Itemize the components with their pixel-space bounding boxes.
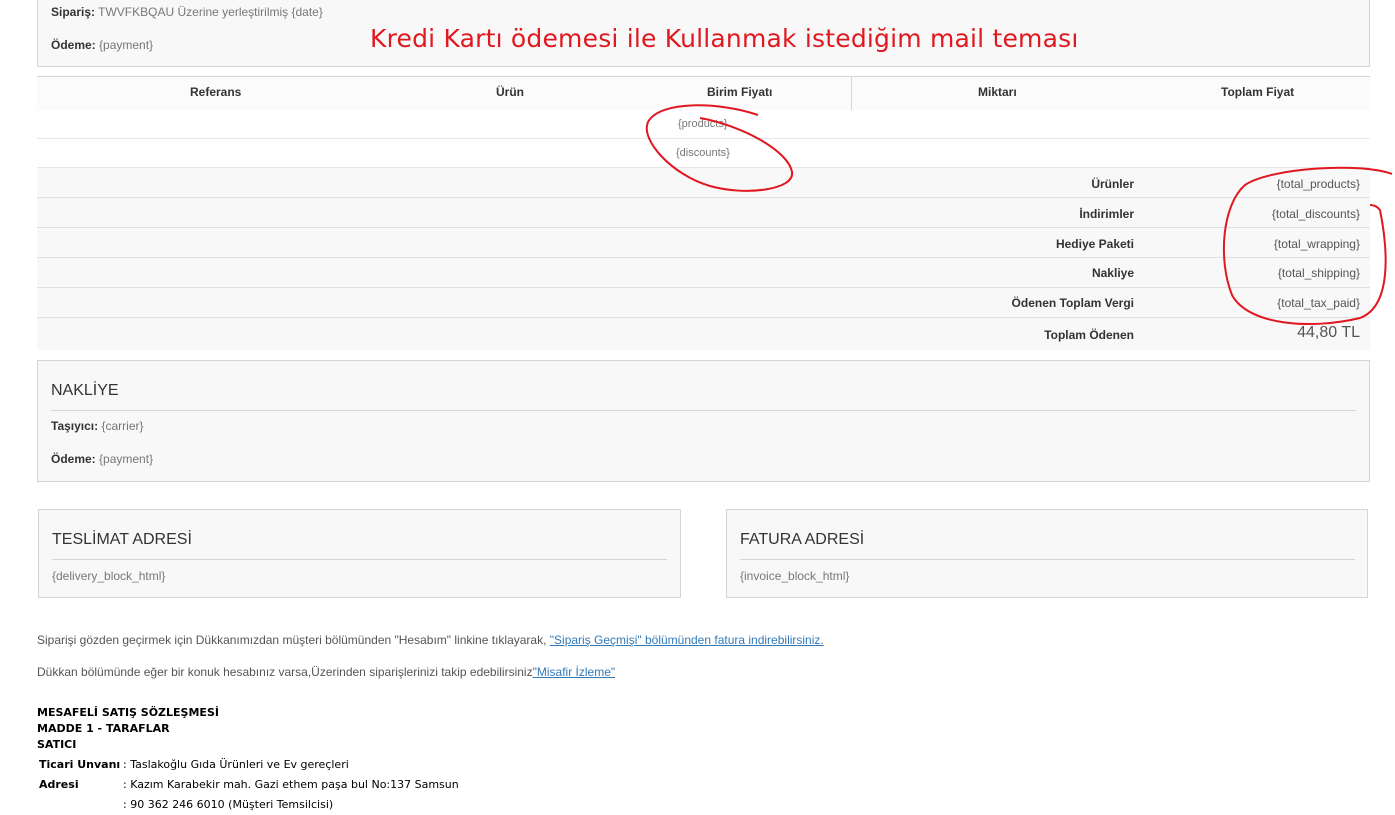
guest-tracking-link[interactable]: "Misafir İzleme" (533, 665, 616, 679)
carrier-label: Taşıyıcı: (51, 419, 99, 433)
shipping-title: NAKLİYE (51, 382, 119, 399)
contract-row-label (37, 795, 123, 815)
contract-row-label: Adresi (39, 778, 79, 791)
delivery-divider (52, 559, 667, 560)
invoice-address-value: {invoice_block_html} (740, 569, 850, 583)
order-history-link[interactable]: "Sipariş Geçmişi" bölümünden fatura indi… (550, 633, 824, 647)
invoice-address-title: FATURA ADRESİ (740, 531, 865, 548)
invoice-divider (740, 559, 1355, 560)
contract-party: SATICI (37, 738, 77, 751)
contract-title: MESAFELİ SATIŞ SÖZLEŞMESİ (37, 706, 219, 719)
delivery-address-box: TESLİMAT ADRESİ {delivery_block_html} (38, 509, 681, 598)
contract-table: Ticari Unvanı : Taslakoğlu Gıda Ürünleri… (37, 755, 459, 815)
delivery-address-title: TESLİMAT ADRESİ (52, 531, 192, 548)
shipping-payment-label: Ödeme: (51, 452, 96, 466)
contract-row-value: : Kazım Karabekir mah. Gazi ethem paşa b… (123, 778, 459, 791)
shipping-divider (51, 410, 1356, 411)
contract-section: MESAFELİ SATIŞ SÖZLEŞMESİ MADDE 1 - TARA… (37, 705, 459, 815)
circle-totals (1222, 166, 1393, 326)
carrier-line: Taşıyıcı: {carrier} (51, 419, 144, 433)
contract-row-value: : 90 362 246 6010 (Müşteri Temsilcisi) (123, 798, 334, 811)
footer-guest-text: Dükkan bölümünde eğer bir konuk hesabını… (37, 665, 533, 679)
contract-row-label: Ticari Unvanı (39, 758, 121, 771)
invoice-address-box: FATURA ADRESİ {invoice_block_html} (726, 509, 1368, 598)
contract-row: Ticari Unvanı : Taslakoğlu Gıda Ürünleri… (37, 755, 459, 775)
footer-history-text: Siparişi gözden geçirmek için Dükkanımız… (37, 633, 547, 647)
circle-products (645, 104, 794, 192)
footer-line-guest: Dükkan bölümünde eğer bir konuk hesabını… (37, 665, 615, 679)
shipping-payment-line: Ödeme: {payment} (51, 452, 153, 466)
contract-row: Adresi : Kazım Karabekir mah. Gazi ethem… (37, 775, 459, 795)
footer-line-history: Siparişi gözden geçirmek için Dükkanımız… (37, 633, 824, 647)
carrier-value: {carrier} (101, 419, 144, 433)
contract-row: : 90 362 246 6010 (Müşteri Temsilcisi) (37, 795, 459, 815)
shipping-box: NAKLİYE Taşıyıcı: {carrier} Ödeme: {paym… (37, 360, 1370, 482)
contract-article: MADDE 1 - TARAFLAR (37, 722, 170, 735)
delivery-address-value: {delivery_block_html} (52, 569, 166, 583)
shipping-payment-value: {payment} (99, 452, 154, 466)
contract-row-value: : Taslakoğlu Gıda Ürünleri ve Ev gereçle… (123, 758, 349, 771)
